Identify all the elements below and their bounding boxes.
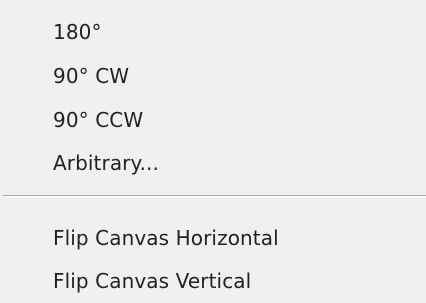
menu-separator xyxy=(3,195,426,197)
menu-item-arbitrary[interactable]: Arbitrary... xyxy=(53,151,159,175)
rotate-canvas-context-menu: 180° 90° CW 90° CCW Arbitrary... Flip Ca… xyxy=(0,0,426,303)
menu-item-flip-canvas-vertical[interactable]: Flip Canvas Vertical xyxy=(53,269,251,293)
menu-item-rotate-90-cw[interactable]: 90° CW xyxy=(53,64,129,88)
menu-item-flip-canvas-horizontal[interactable]: Flip Canvas Horizontal xyxy=(53,226,279,250)
menu-item-rotate-180[interactable]: 180° xyxy=(53,20,102,44)
menu-item-rotate-90-ccw[interactable]: 90° CCW xyxy=(53,108,143,132)
